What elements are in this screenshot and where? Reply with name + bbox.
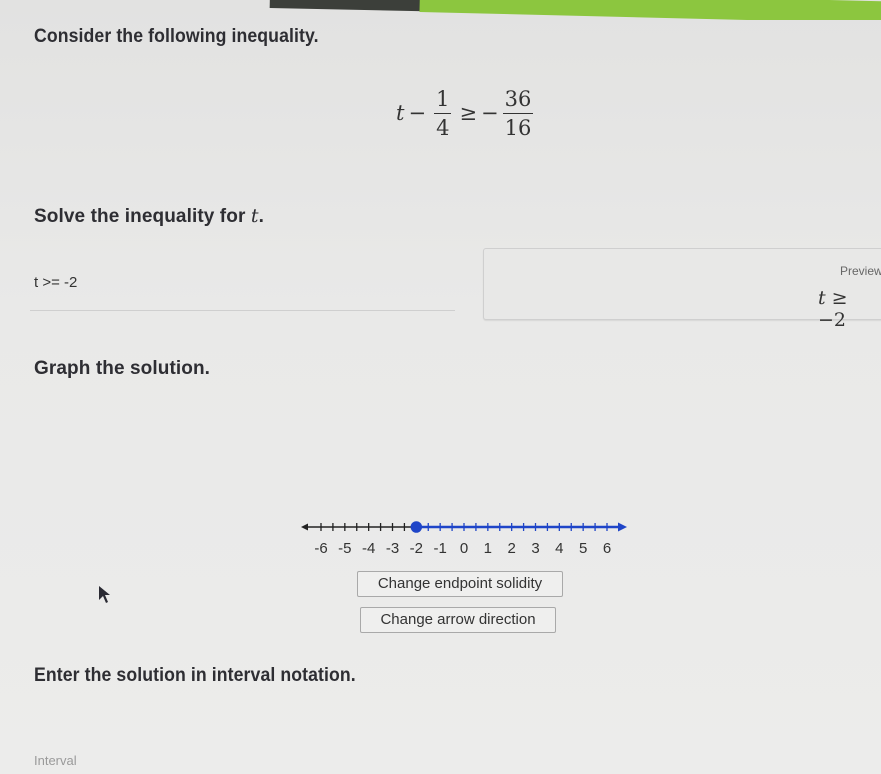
inequality-answer-value: t >= -2 — [34, 274, 78, 291]
fraction-denominator: 4 — [434, 112, 452, 140]
endpoint-dot — [410, 521, 423, 533]
preview-variable: t — [818, 287, 826, 309]
minus-sign: − — [408, 101, 427, 125]
number-line-graph[interactable]: -6 -5 -4 -3 -2 -1 0 1 2 3 4 5 6 — [295, 515, 635, 560]
tick-label: 2 — [507, 540, 515, 557]
solve-heading: Solve the inequality for t. — [34, 205, 264, 228]
fraction-36-16: 36 16 — [502, 86, 534, 140]
tick-label: -6 — [314, 540, 327, 557]
tick-label: -5 — [338, 540, 351, 557]
top-bar-green-strip — [419, 0, 881, 20]
fraction-numerator: 1 — [436, 86, 450, 111]
tick-label: 6 — [603, 540, 611, 557]
tick-label: 4 — [555, 540, 563, 557]
tick-label: -4 — [362, 540, 375, 557]
preview-math: t ≥ −2 — [818, 287, 881, 331]
negative-sign: − — [481, 101, 499, 125]
solve-prompt-text: Solve the inequality for — [34, 206, 251, 227]
change-arrow-direction-button[interactable]: Change arrow direction — [360, 607, 556, 633]
change-endpoint-solidity-button[interactable]: Change endpoint solidity — [357, 571, 563, 597]
tick-label: 1 — [484, 540, 492, 557]
left-arrow-icon — [301, 523, 308, 531]
fraction-numerator: 36 — [504, 86, 532, 111]
graph-heading: Graph the solution. — [34, 358, 211, 379]
browser-top-bar — [0, 0, 881, 20]
inequality-answer-input[interactable]: t >= -2 — [30, 258, 455, 311]
intro-heading: Consider the following inequality. — [34, 26, 319, 47]
tick-label: -2 — [410, 540, 423, 557]
fraction-one-fourth: 1 4 — [434, 86, 452, 140]
tick-label: -3 — [386, 540, 399, 557]
interval-placeholder: Interval — [34, 753, 77, 768]
variable-t: t — [396, 101, 405, 125]
tick-label: -1 — [433, 540, 446, 557]
inequality-expression: t − 1 4 ≥ − 36 16 — [396, 78, 537, 148]
fraction-denominator: 16 — [502, 112, 534, 140]
preview-label: Preview — [840, 264, 881, 278]
relation-symbol: ≥ — [459, 101, 478, 125]
tick-label: 3 — [531, 540, 539, 557]
tick-label: 5 — [579, 540, 587, 557]
solve-prompt-variable: t — [250, 205, 259, 227]
right-arrow-icon — [618, 522, 627, 532]
tick-label: 0 — [460, 540, 468, 557]
interval-heading: Enter the solution in interval notation. — [34, 665, 356, 686]
interval-input[interactable] — [30, 700, 470, 774]
solve-prompt-period: . — [258, 206, 264, 227]
mouse-pointer-icon — [99, 586, 110, 603]
